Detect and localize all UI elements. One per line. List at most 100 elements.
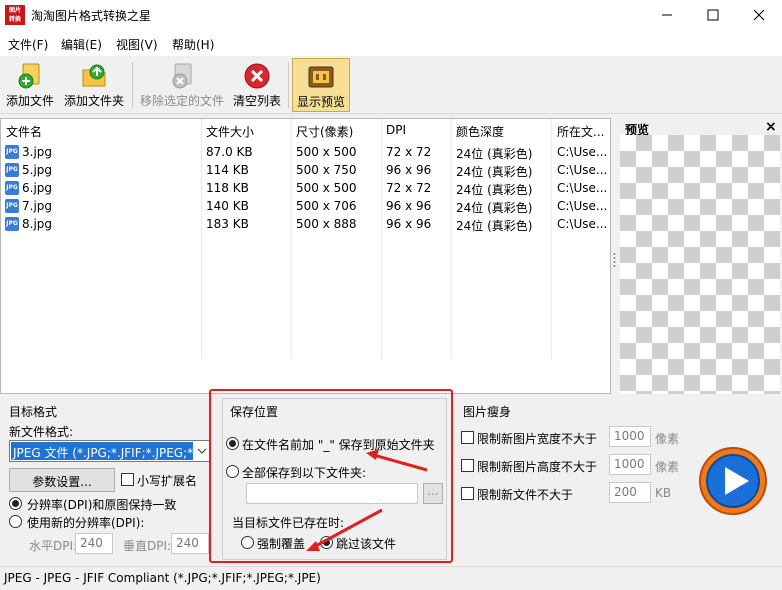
limit-height-label: 限制新图片高度不大于 — [477, 460, 598, 474]
save-prefix-original-radio[interactable] — [226, 437, 239, 450]
remove-selected-button[interactable]: 移除选定的文件 — [136, 58, 228, 112]
table-row[interactable]: JPG 5.jpg 114 KB 500 x 750 96 x 96 24位 (… — [1, 161, 610, 179]
max-filesize-input[interactable]: 200 — [609, 482, 651, 503]
save-to-folder-radio[interactable] — [226, 465, 239, 478]
save-location-title: 保存位置 — [230, 405, 279, 419]
table-row[interactable]: JPG 6.jpg 118 KB 500 x 500 72 x 72 24位 (… — [1, 179, 610, 197]
jpg-file-icon: JPG — [5, 181, 19, 195]
toolbar-separator — [288, 62, 289, 108]
cell-location: C:\Use... — [557, 181, 608, 195]
column-header-dimensions[interactable]: 尺寸(像素) — [296, 123, 353, 140]
parameter-settings-button[interactable]: 参数设置... — [9, 468, 115, 492]
cell-location: C:\Use... — [557, 199, 608, 213]
cell-color-depth: 24位 (真彩色) — [456, 201, 533, 215]
format-select[interactable]: JPEG 文件 (*.JPG;*.JFIF;*.JPEG;* — [9, 440, 211, 462]
play-icon — [699, 447, 767, 515]
app-logo-icon: 图片 转换 — [5, 5, 25, 25]
window-title: 淘淘图片格式转换之星 — [31, 9, 152, 23]
new-dpi-radio[interactable] — [9, 515, 22, 528]
max-width-input[interactable]: 1000 — [609, 426, 651, 447]
status-bar: JPEG - JPEG - JFIF Compliant (*.JPG;*.JF… — [0, 566, 782, 590]
horizontal-dpi-input[interactable]: 240 — [75, 533, 113, 554]
table-row[interactable]: JPG 3.jpg 87.0 KB 500 x 500 72 x 72 24位 … — [1, 143, 610, 161]
menu-file[interactable]: 文件(F) — [8, 36, 48, 53]
cell-dpi: 96 x 96 — [386, 199, 432, 213]
start-convert-button[interactable] — [698, 446, 768, 516]
cell-color-depth: 24位 (真彩色) — [456, 183, 533, 197]
height-unit-label: 像素 — [655, 460, 680, 474]
preview-close-button[interactable]: × — [765, 119, 777, 135]
jpg-file-icon: JPG — [5, 163, 19, 177]
column-header-filesize[interactable]: 文件大小 — [206, 123, 254, 140]
width-unit-label: 像素 — [655, 432, 680, 446]
table-row[interactable]: JPG 7.jpg 140 KB 500 x 706 96 x 96 24位 (… — [1, 197, 610, 215]
browse-folder-button[interactable]: ... — [423, 483, 443, 504]
preview-canvas — [620, 135, 780, 394]
cell-color-depth: 24位 (真彩色) — [456, 219, 533, 233]
new-dpi-label: 使用新的分辨率(DPI): — [27, 516, 145, 530]
menu-edit[interactable]: 编辑(E) — [61, 36, 102, 53]
limit-width-label: 限制新图片宽度不大于 — [477, 432, 598, 446]
add-folder-icon — [80, 62, 108, 90]
cell-filename: 8.jpg — [22, 217, 53, 231]
limit-filesize-label: 限制新文件不大于 — [477, 488, 574, 502]
save-to-folder-label: 全部保存到以下文件夹: — [242, 466, 367, 480]
table-row[interactable]: JPG 8.jpg 183 KB 500 x 888 96 x 96 24位 (… — [1, 215, 610, 233]
clear-list-button[interactable]: 清空列表 — [230, 58, 284, 112]
skip-file-radio[interactable] — [320, 536, 333, 549]
keep-dpi-label: 分辨率(DPI)和原图保持一致 — [27, 498, 177, 512]
limit-height-checkbox[interactable] — [461, 459, 474, 472]
limit-filesize-checkbox[interactable] — [461, 487, 474, 500]
column-header-color-depth[interactable]: 颜色深度 — [456, 123, 504, 140]
output-folder-input[interactable] — [246, 483, 418, 504]
panel-splitter[interactable] — [611, 118, 618, 394]
menu-help[interactable]: 帮助(H) — [172, 36, 214, 53]
minimize-button[interactable] — [644, 0, 690, 30]
column-header-filename[interactable]: 文件名 — [6, 123, 42, 140]
clear-list-icon — [243, 62, 271, 90]
cell-dimensions: 500 x 500 — [296, 181, 357, 195]
cell-dimensions: 500 x 750 — [296, 163, 357, 177]
cell-filename: 3.jpg — [22, 145, 53, 159]
overwrite-label: 强制覆盖 — [257, 537, 306, 551]
vertical-dpi-input[interactable]: 240 — [171, 533, 209, 554]
cell-filesize: 114 KB — [206, 163, 249, 177]
add-folder-label: 添加文件夹 — [63, 94, 124, 108]
format-select-value: JPEG 文件 (*.JPG;*.JFIF;*.JPEG;* — [11, 442, 193, 460]
column-header-dpi[interactable]: DPI — [386, 123, 406, 137]
lowercase-extension-checkbox[interactable] — [121, 473, 134, 486]
keep-dpi-radio[interactable] — [9, 497, 22, 510]
cell-dimensions: 500 x 706 — [296, 199, 357, 213]
new-format-label: 新文件格式: — [9, 425, 74, 439]
cell-dimensions: 500 x 888 — [296, 217, 357, 231]
overwrite-radio[interactable] — [241, 536, 254, 549]
cell-location: C:\Use... — [557, 145, 608, 159]
cell-dpi: 72 x 72 — [386, 145, 432, 159]
jpg-file-icon: JPG — [5, 145, 19, 159]
max-height-input[interactable]: 1000 — [609, 454, 651, 475]
cell-location: C:\Use... — [557, 217, 608, 231]
clear-list-label: 清空列表 — [232, 94, 281, 108]
maximize-button[interactable] — [690, 0, 736, 30]
cell-color-depth: 24位 (真彩色) — [456, 147, 533, 161]
cell-dpi: 96 x 96 — [386, 217, 432, 231]
cell-filename: 7.jpg — [22, 199, 53, 213]
remove-file-icon — [168, 62, 196, 90]
app-window: 图片 转换 淘淘图片格式转换之星 文件(F) 编辑(E) 视图(V) 帮助(H) … — [0, 0, 782, 590]
show-preview-button[interactable]: 显示预览 — [292, 58, 350, 112]
cell-dpi: 96 x 96 — [386, 163, 432, 177]
limit-width-checkbox[interactable] — [461, 431, 474, 444]
add-file-button[interactable]: 添加文件 — [2, 58, 58, 112]
cell-location: C:\Use... — [557, 163, 608, 177]
column-header-location[interactable]: 所在文... — [557, 123, 604, 140]
horizontal-dpi-label: 水平DPI: — [29, 539, 78, 553]
cell-filesize: 140 KB — [206, 199, 249, 213]
menu-view[interactable]: 视图(V) — [116, 36, 158, 53]
jpg-file-icon: JPG — [5, 199, 19, 213]
status-text: JPEG - JPEG - JFIF Compliant (*.JPG;*.JF… — [4, 571, 321, 585]
add-folder-button[interactable]: 添加文件夹 — [60, 58, 128, 112]
close-button[interactable] — [736, 0, 782, 30]
cell-filename: 6.jpg — [22, 181, 53, 195]
file-list-table[interactable]: 文件名 文件大小 尺寸(像素) DPI 颜色深度 所在文... JPG 3.jp… — [0, 118, 611, 394]
jpg-file-icon: JPG — [5, 217, 19, 231]
